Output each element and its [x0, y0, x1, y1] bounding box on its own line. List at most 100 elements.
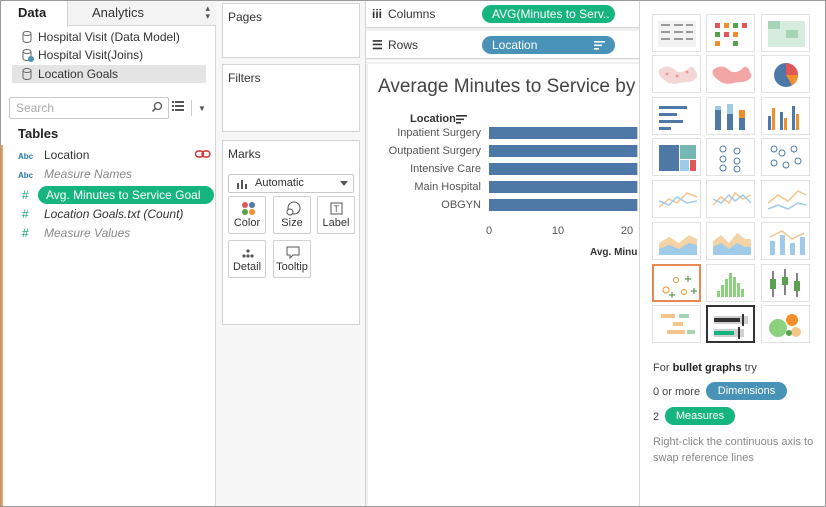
area-discrete-icon-graphic	[713, 233, 751, 255]
text-table-icon[interactable]	[652, 14, 701, 52]
detail-icon	[242, 249, 254, 258]
filters-title: Filters	[228, 71, 261, 85]
shelves: iii Columns AVG(Minutes to Serv.. ☰ Rows L…	[366, 0, 639, 60]
field-label: Location Goals.txt (Count)	[44, 207, 184, 221]
gantt-icon-graphic	[661, 314, 695, 334]
treemap-icon-graphic	[659, 145, 696, 171]
pie-chart-icon[interactable]	[761, 55, 810, 93]
measures-pill: Measures	[665, 407, 735, 425]
filled-map-icon-graphic	[712, 66, 752, 84]
pages-card[interactable]: Pages	[222, 3, 360, 58]
area-discrete-icon[interactable]	[706, 222, 755, 260]
rows-pill[interactable]: Location	[482, 36, 615, 54]
text-label-icon: T	[330, 202, 343, 215]
rows-pill-label: Location	[492, 38, 538, 52]
highlight-table-icon-graphic	[768, 21, 805, 47]
x-tick-label: 10	[552, 225, 564, 237]
stacked-bars-icon[interactable]	[706, 97, 755, 135]
mark-type-dropdown[interactable]: Automatic	[228, 174, 354, 193]
sort-icon[interactable]	[594, 41, 605, 50]
view-grid-icon[interactable]	[172, 101, 184, 111]
pie-chart-icon-graphic	[774, 63, 798, 87]
scatter-plot-icon-graphic	[662, 276, 697, 298]
chevron-down-icon[interactable]: ▼	[198, 104, 206, 113]
side-by-side-circles-icon[interactable]	[761, 138, 810, 176]
rows-icon: ☰	[372, 38, 383, 52]
gantt-icon[interactable]	[652, 305, 701, 343]
columns-pill[interactable]: AVG(Minutes to Serv..	[482, 5, 615, 23]
worksheet: Average Minutes to Service by Location I…	[368, 64, 639, 507]
packed-bubbles-icon[interactable]	[761, 305, 810, 343]
datasource-label: Hospital Visit(Joins)	[38, 48, 144, 62]
svg-text:T: T	[334, 204, 340, 214]
chevron-down-icon	[340, 181, 348, 186]
columns-shelf[interactable]: iii Columns AVG(Minutes to Serv..	[366, 0, 639, 28]
bar-chart-icon	[237, 180, 247, 189]
size-button[interactable]: Size	[273, 196, 311, 234]
hint-prefix: For	[653, 362, 673, 374]
measures-requirement: 2	[653, 411, 660, 423]
filters-card[interactable]: Filters	[222, 64, 360, 132]
field-location-goals-count[interactable]: # Location Goals.txt (Count)	[18, 205, 183, 223]
tab-analytics[interactable]: Analytics	[92, 0, 144, 26]
horizontal-bars-icon-graphic	[659, 106, 687, 130]
symbol-map-icon[interactable]	[652, 55, 701, 93]
search-icon	[151, 101, 163, 113]
datasource-location-goals[interactable]: Location Goals	[12, 65, 206, 83]
side-by-side-bars-icon-graphic	[768, 106, 799, 130]
box-whisker-icon-graphic	[770, 269, 800, 297]
field-avg-minutes-to-service-goal[interactable]: Avg. Minutes to Service Goal	[38, 186, 214, 204]
hint-suffix: try	[741, 362, 757, 374]
text-table-icon-graphic	[658, 21, 696, 47]
bar	[489, 181, 638, 193]
mark-type-label: Automatic	[255, 177, 304, 189]
bullet-graph-icon[interactable]	[706, 305, 755, 343]
area-continuous-icon[interactable]	[652, 222, 701, 260]
horizontal-bars-icon[interactable]	[652, 97, 701, 135]
number-type-icon: #	[22, 226, 29, 240]
field-measure-names[interactable]: Abc Measure Names	[18, 165, 132, 183]
show-me-hint: For bullet graphs try	[653, 362, 757, 374]
field-location[interactable]: Abc Location	[18, 146, 89, 164]
link-icon[interactable]	[195, 150, 211, 158]
tab-data[interactable]: Data	[0, 0, 68, 27]
database-icon	[22, 31, 32, 43]
dual-combination-icon[interactable]	[761, 222, 810, 260]
detail-button[interactable]: Detail	[228, 240, 266, 278]
side-by-side-bars-icon[interactable]	[761, 97, 810, 135]
filled-map-icon[interactable]	[706, 55, 755, 93]
heat-map-icon[interactable]	[706, 14, 755, 52]
circle-views-icon[interactable]	[706, 138, 755, 176]
color-button[interactable]: Color	[228, 196, 266, 234]
highlight-table-icon[interactable]	[761, 14, 810, 52]
lines-discrete-icon[interactable]	[706, 180, 755, 218]
dimensions-requirement: 0 or more	[653, 386, 701, 398]
label-button[interactable]: T Label	[317, 196, 355, 234]
datasource-hospital-visit-data-model[interactable]: Hospital Visit (Data Model)	[12, 28, 206, 46]
tooltip-icon	[286, 246, 300, 260]
bullet-graph-icon-graphic	[714, 314, 748, 339]
detail-label: Detail	[232, 261, 262, 273]
lines-continuous-icon[interactable]	[652, 180, 701, 218]
search-input[interactable]: Search	[9, 97, 169, 119]
datasource-hospital-visit-joins[interactable]: Hospital Visit(Joins)	[12, 46, 206, 64]
tab-menu-icon[interactable]: ▴ ▾	[205, 4, 210, 21]
box-whisker-icon[interactable]	[761, 264, 810, 302]
string-type-icon: Abc	[18, 171, 34, 180]
field-measure-values[interactable]: # Measure Values	[18, 224, 130, 242]
show-me-panel: For bullet graphs try 0 or more Dimensio…	[639, 0, 826, 507]
x-tick-label: 0	[486, 225, 492, 237]
columns-shelf-label: iii Columns	[372, 7, 435, 21]
dual-lines-icon[interactable]	[761, 180, 810, 218]
show-me-note: Right-click the continuous axis to swap …	[653, 436, 814, 464]
tooltip-button[interactable]: Tooltip	[273, 240, 311, 278]
lines-continuous-icon-graphic	[658, 192, 698, 208]
treemap-icon[interactable]	[652, 138, 701, 176]
area-continuous-icon-graphic	[659, 235, 697, 255]
scatter-plot-icon[interactable]	[652, 264, 701, 302]
string-type-icon: Abc	[18, 152, 34, 161]
category-label: Outpatient Surgery	[389, 145, 482, 157]
histogram-icon-graphic	[717, 273, 744, 297]
rows-shelf[interactable]: ☰ Rows Location	[366, 31, 639, 59]
histogram-icon[interactable]	[706, 264, 755, 302]
